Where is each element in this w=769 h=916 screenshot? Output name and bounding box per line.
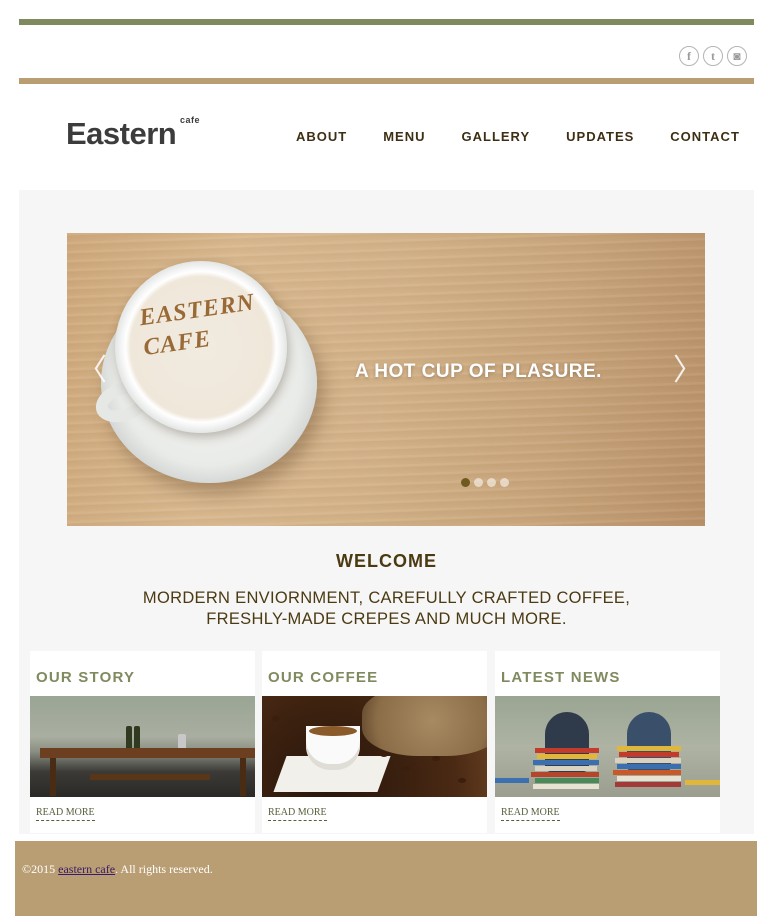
logo-subtitle: cafe (180, 115, 201, 125)
card-title: OUR STORY (36, 669, 136, 686)
bottle-image (126, 726, 132, 748)
bean-image (458, 778, 466, 783)
logo-wordmark: Eastern (66, 116, 177, 151)
card-our-coffee: OUR COFFEE READ MORE (262, 651, 487, 833)
welcome-line-1: MORDERN ENVIORNMENT, CAREFULLY CRAFTED C… (142, 589, 631, 607)
bean-image (272, 716, 280, 721)
book-image (531, 772, 599, 777)
book-image (535, 778, 599, 783)
nav-gallery[interactable]: GALLERY (462, 129, 531, 145)
copyright-suffix: . All rights reserved. (115, 862, 213, 876)
social-links: f t ◙ (679, 46, 747, 66)
book-image (685, 780, 720, 785)
bean-image (432, 756, 440, 761)
card-title: OUR COFFEE (268, 669, 379, 686)
nav-about[interactable]: ABOUT (296, 129, 347, 145)
slider-dot[interactable] (474, 478, 483, 487)
card-latest-news: LATEST NEWS READ MORE (495, 651, 720, 833)
bean-image (284, 736, 292, 741)
read-more-link[interactable]: READ MORE (501, 807, 560, 821)
facebook-icon[interactable]: f (679, 46, 699, 66)
footer-home-link[interactable]: eastern cafe (58, 862, 115, 876)
top-green-bar (19, 19, 754, 25)
table-leg (50, 758, 56, 796)
slider-dot[interactable] (487, 478, 496, 487)
glass-image (178, 734, 186, 748)
book-image (617, 776, 681, 781)
nav-menu[interactable]: MENU (383, 129, 425, 145)
book-image (619, 752, 679, 757)
card-our-story: OUR STORY READ MORE (30, 651, 255, 833)
news-image[interactable] (495, 696, 720, 797)
slider-dot[interactable] (500, 478, 509, 487)
person-image (627, 712, 671, 772)
welcome-title: WELCOME (336, 551, 437, 571)
table-image (40, 748, 255, 758)
coffee-image[interactable] (262, 696, 487, 797)
bean-image (402, 766, 410, 771)
coffee-surface (309, 726, 357, 736)
chevron-right-icon[interactable]: 〉 (673, 356, 703, 386)
book-image (535, 766, 597, 771)
twitter-icon[interactable]: t (703, 46, 723, 66)
slider-dots (461, 478, 509, 487)
book-image (537, 754, 597, 759)
table-leg (240, 758, 246, 796)
welcome-line-2: FRESHLY-MADE CREPES AND MUCH MORE. (206, 610, 567, 628)
site-footer: ©2015 eastern cafe. All rights reserved. (15, 841, 757, 916)
copyright-prefix: ©2015 (22, 862, 59, 876)
hero-slider[interactable]: EASTERN CAFE A HOT CUP OF PLASURE. 〈 〉 (67, 233, 705, 526)
bench-image (90, 774, 210, 780)
bean-image (380, 752, 388, 757)
nav-updates[interactable]: UPDATES (566, 129, 634, 145)
book-image (617, 764, 681, 769)
read-more-link[interactable]: READ MORE (268, 807, 327, 821)
instagram-icon[interactable]: ◙ (727, 46, 747, 66)
card-title: LATEST NEWS (501, 669, 621, 686)
chevron-left-icon[interactable]: 〈 (77, 356, 107, 386)
copyright-text: ©2015 eastern cafe. All rights reserved. (22, 862, 213, 877)
book-image (533, 784, 599, 789)
read-more-link[interactable]: READ MORE (36, 807, 95, 821)
book-image (613, 770, 681, 775)
welcome-text: MORDERN ENVIORNMENT, CAREFULLY CRAFTED C… (19, 588, 754, 630)
top-tan-bar (19, 78, 754, 84)
site-logo[interactable]: Eastern cafe (66, 115, 206, 153)
slider-dot[interactable] (461, 478, 470, 487)
story-image[interactable] (30, 696, 255, 797)
book-image (495, 778, 529, 783)
main-nav: ABOUT MENU GALLERY UPDATES CONTACT (296, 129, 740, 145)
bottle-image (134, 726, 140, 748)
slider-caption: A HOT CUP OF PLASURE. (355, 361, 602, 382)
coffee-sack-image (362, 696, 487, 756)
book-image (535, 748, 599, 753)
nav-contact[interactable]: CONTACT (670, 129, 740, 145)
book-image (615, 782, 681, 787)
book-image (617, 746, 681, 751)
book-image (615, 758, 681, 763)
book-image (533, 760, 599, 765)
main-content: EASTERN CAFE A HOT CUP OF PLASURE. 〈 〉 W… (19, 190, 754, 834)
